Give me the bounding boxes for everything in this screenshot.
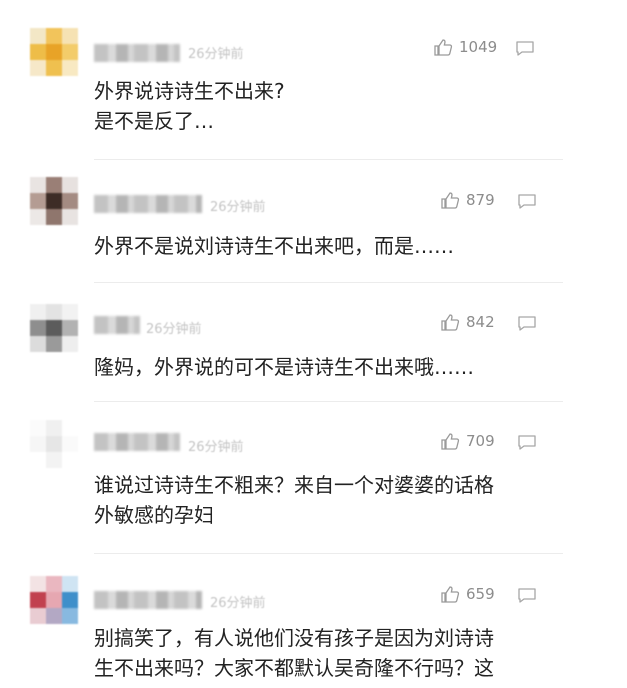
divider (94, 401, 563, 402)
like-count: 879 (466, 191, 495, 209)
comment-text: 隆妈，外界说的可不是诗诗生不出来哦…… (94, 355, 474, 379)
avatar[interactable] (30, 420, 78, 468)
comment-time: 26分钟前 (210, 596, 266, 611)
comment-text: 外界不是说刘诗诗生不出来吧，而是…… (94, 234, 454, 258)
comment-icon[interactable] (517, 587, 537, 604)
divider (94, 553, 563, 554)
divider (94, 159, 563, 160)
username-blurred[interactable] (94, 316, 140, 334)
avatar[interactable] (30, 177, 78, 225)
thumbs-up-icon (441, 192, 460, 209)
username-blurred[interactable] (94, 195, 202, 213)
comment-icon[interactable] (515, 40, 535, 57)
like-count: 1049 (459, 38, 498, 56)
comment-time: 26分钟前 (188, 47, 244, 62)
divider (94, 282, 563, 283)
thumbs-up-icon (434, 39, 453, 56)
thumbs-up-icon (441, 433, 460, 450)
comment-icon[interactable] (517, 193, 537, 210)
like-count: 659 (466, 585, 495, 603)
username-blurred[interactable] (94, 433, 180, 451)
thumbs-up-icon (441, 586, 460, 603)
username-blurred[interactable] (94, 591, 202, 609)
comment-time: 26分钟前 (146, 322, 202, 337)
thumbs-up-icon (441, 314, 460, 331)
avatar[interactable] (30, 304, 78, 352)
comment-text: 别搞笑了，有人说他们没有孩子是因为刘诗诗 生不出来吗？大家不都默认吴奇隆不行吗？… (94, 626, 494, 680)
comment-text: 谁说过诗诗生不粗来？来自一个对婆婆的话格 外敏感的孕妇 (94, 473, 494, 527)
like-button[interactable]: 659 (440, 585, 495, 603)
like-button[interactable]: 842 (440, 313, 495, 331)
like-button[interactable]: 1049 (433, 38, 497, 56)
comment-icon[interactable] (517, 315, 537, 332)
like-button[interactable]: 879 (440, 191, 495, 209)
like-count: 842 (466, 313, 495, 331)
avatar[interactable] (30, 28, 78, 76)
comment-icon[interactable] (517, 434, 537, 451)
like-button[interactable]: 709 (440, 432, 495, 450)
like-count: 709 (466, 432, 495, 450)
avatar[interactable] (30, 576, 78, 624)
comment-time: 26分钟前 (210, 200, 266, 215)
comment-time: 26分钟前 (188, 440, 244, 455)
comment-text: 外界说诗诗生不出来? 是不是反了… (94, 79, 285, 133)
username-blurred[interactable] (94, 44, 180, 62)
